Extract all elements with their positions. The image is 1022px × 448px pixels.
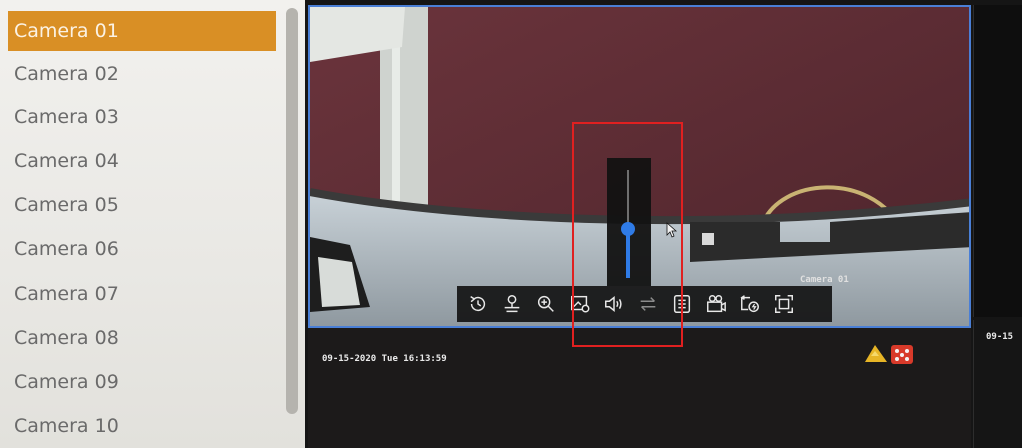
annotation-highlight-box xyxy=(572,122,683,347)
zoom-in-icon xyxy=(537,295,554,312)
camera-name-osd: Camera 01 xyxy=(800,275,849,285)
camera-list-item-10[interactable]: Camera 10 xyxy=(8,406,276,446)
camera-list-item-05[interactable]: Camera 05 xyxy=(8,185,276,225)
manual-record-button[interactable] xyxy=(701,289,731,319)
video-tile-right-top[interactable] xyxy=(973,5,1022,317)
instant-playback-icon xyxy=(470,296,486,312)
datetime-osd: 09-15-2020 Tue 16:13:59 xyxy=(322,354,447,364)
zoom-in-button[interactable] xyxy=(531,289,561,319)
datetime-osd-partial: 09-15 xyxy=(986,332,1014,342)
camera-list-item-02[interactable]: Camera 02 xyxy=(8,54,276,94)
camera-list-item-07[interactable]: Camera 07 xyxy=(8,274,276,314)
manual-record-icon xyxy=(707,295,726,313)
fullscreen-button[interactable] xyxy=(769,289,799,319)
camera-list-item-04[interactable]: Camera 04 xyxy=(8,141,276,181)
digital-zoom-button[interactable] xyxy=(497,289,527,319)
video-tampering-icon xyxy=(891,345,913,364)
video-tile-bottom-right[interactable]: 09-15 xyxy=(973,320,1022,448)
quick-playback-button[interactable] xyxy=(735,289,765,319)
camera-list-item-01[interactable]: Camera 01 xyxy=(8,11,276,51)
fullscreen-icon xyxy=(775,295,793,313)
quick-playback-icon xyxy=(740,295,759,313)
alarm-status-icons xyxy=(865,345,913,364)
camera-list-panel: Camera 01 Camera 02 Camera 03 Camera 04 … xyxy=(0,0,305,448)
digital-zoom-icon xyxy=(504,295,520,313)
camera-list-item-09[interactable]: Camera 09 xyxy=(8,362,276,402)
motion-alarm-icon xyxy=(865,345,887,362)
camera-list-item-06[interactable]: Camera 06 xyxy=(8,229,276,269)
camera-list-item-03[interactable]: Camera 03 xyxy=(8,97,276,137)
camera-list-scrollbar[interactable] xyxy=(286,8,298,414)
camera-list-item-08[interactable]: Camera 08 xyxy=(8,318,276,358)
nvr-live-view: Camera 01 Camera 02 Camera 03 Camera 04 … xyxy=(0,0,1022,448)
instant-playback-button[interactable] xyxy=(463,289,493,319)
